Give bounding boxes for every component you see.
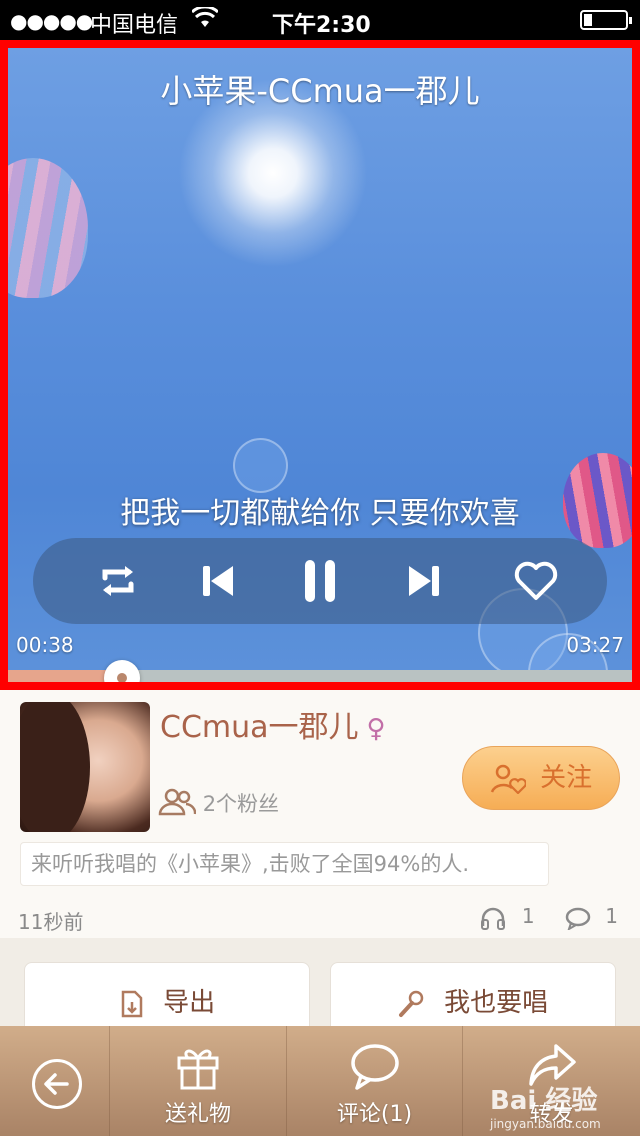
total-duration: 03:27 xyxy=(566,633,624,657)
export-label: 导出 xyxy=(163,988,216,1018)
bubble xyxy=(233,438,288,493)
follow-button[interactable]: 关注 xyxy=(462,746,620,810)
status-time: 下午2:30 xyxy=(272,13,371,38)
follow-user-icon xyxy=(490,763,534,795)
female-icon: ♀ xyxy=(366,714,386,744)
song-title: 小苹果-CCmua一郡儿 xyxy=(160,72,480,110)
repeat-icon[interactable] xyxy=(93,556,143,606)
gift-icon xyxy=(172,1040,224,1092)
avatar-hair xyxy=(20,702,90,832)
headphones-icon xyxy=(479,904,513,930)
avatar[interactable] xyxy=(20,702,150,832)
username-text: CCmua一郡儿 xyxy=(160,710,359,745)
comment-label: 评论(1) xyxy=(336,1102,413,1127)
hot-air-balloon-left xyxy=(8,158,88,298)
export-icon xyxy=(119,988,151,1018)
fans-count[interactable]: 2个粉丝 xyxy=(158,788,279,822)
back-button[interactable] xyxy=(0,1026,110,1136)
sing-too-label: 我也要唱 xyxy=(444,988,549,1018)
status-bar: ●●●●● 中国电信 下午2:30 xyxy=(0,0,640,40)
heart-icon[interactable] xyxy=(511,556,561,606)
next-icon[interactable] xyxy=(399,556,449,606)
comment-icon xyxy=(349,1040,401,1092)
action-row: 导出 我也要唱 xyxy=(0,938,640,1042)
player-area: 小苹果-CCmua一郡儿 把我一切都献给你 只要你欢喜 00:38 03:27 xyxy=(0,40,640,690)
fans-label: 2个粉丝 xyxy=(202,792,280,816)
elapsed-time: 00:38 xyxy=(16,633,74,657)
fans-icon xyxy=(158,788,197,822)
battery-icon xyxy=(580,10,632,30)
previous-icon[interactable] xyxy=(193,556,243,606)
follow-label: 关注 xyxy=(540,763,593,793)
pause-icon[interactable] xyxy=(295,556,345,606)
back-arrow-icon xyxy=(32,1059,82,1109)
post-time: 11秒前 xyxy=(18,910,84,934)
lyric-line: 把我一切都献给你 只要你欢喜 xyxy=(120,496,520,531)
song-description: 来听听我唱的《小苹果》,击败了全国94%的人. xyxy=(20,842,549,886)
watermark-text: Bai 经验 xyxy=(490,1086,598,1116)
comment-bubble-icon xyxy=(565,904,597,931)
singer-profile: CCmua一郡儿 ♀ 2个粉丝 关注 来听听我唱的《小苹果》,击败了全国94%的人… xyxy=(0,690,640,938)
microphone-icon xyxy=(398,988,432,1018)
progress-knob[interactable] xyxy=(104,660,141,682)
comment-button[interactable]: 评论(1) xyxy=(287,1026,463,1136)
send-gift-label: 送礼物 xyxy=(164,1102,231,1127)
player-controls xyxy=(33,538,607,624)
watermark-sub: jingyan.baidu.com xyxy=(490,1117,601,1131)
send-gift-button[interactable]: 送礼物 xyxy=(110,1026,287,1136)
progress-track[interactable] xyxy=(8,660,632,682)
signal-strength: ●●●●● xyxy=(10,9,93,33)
listen-count: 1 xyxy=(521,904,535,928)
baidu-jingyan-watermark: Bai 经验 jingyan.baidu.com xyxy=(490,1080,601,1131)
wifi-icon xyxy=(190,5,220,35)
carrier-name: 中国电信 xyxy=(90,13,179,38)
comment-count: 1 xyxy=(605,904,618,928)
username[interactable]: CCmua一郡儿 ♀ xyxy=(160,702,386,746)
post-stats: 1 1 xyxy=(471,904,618,931)
